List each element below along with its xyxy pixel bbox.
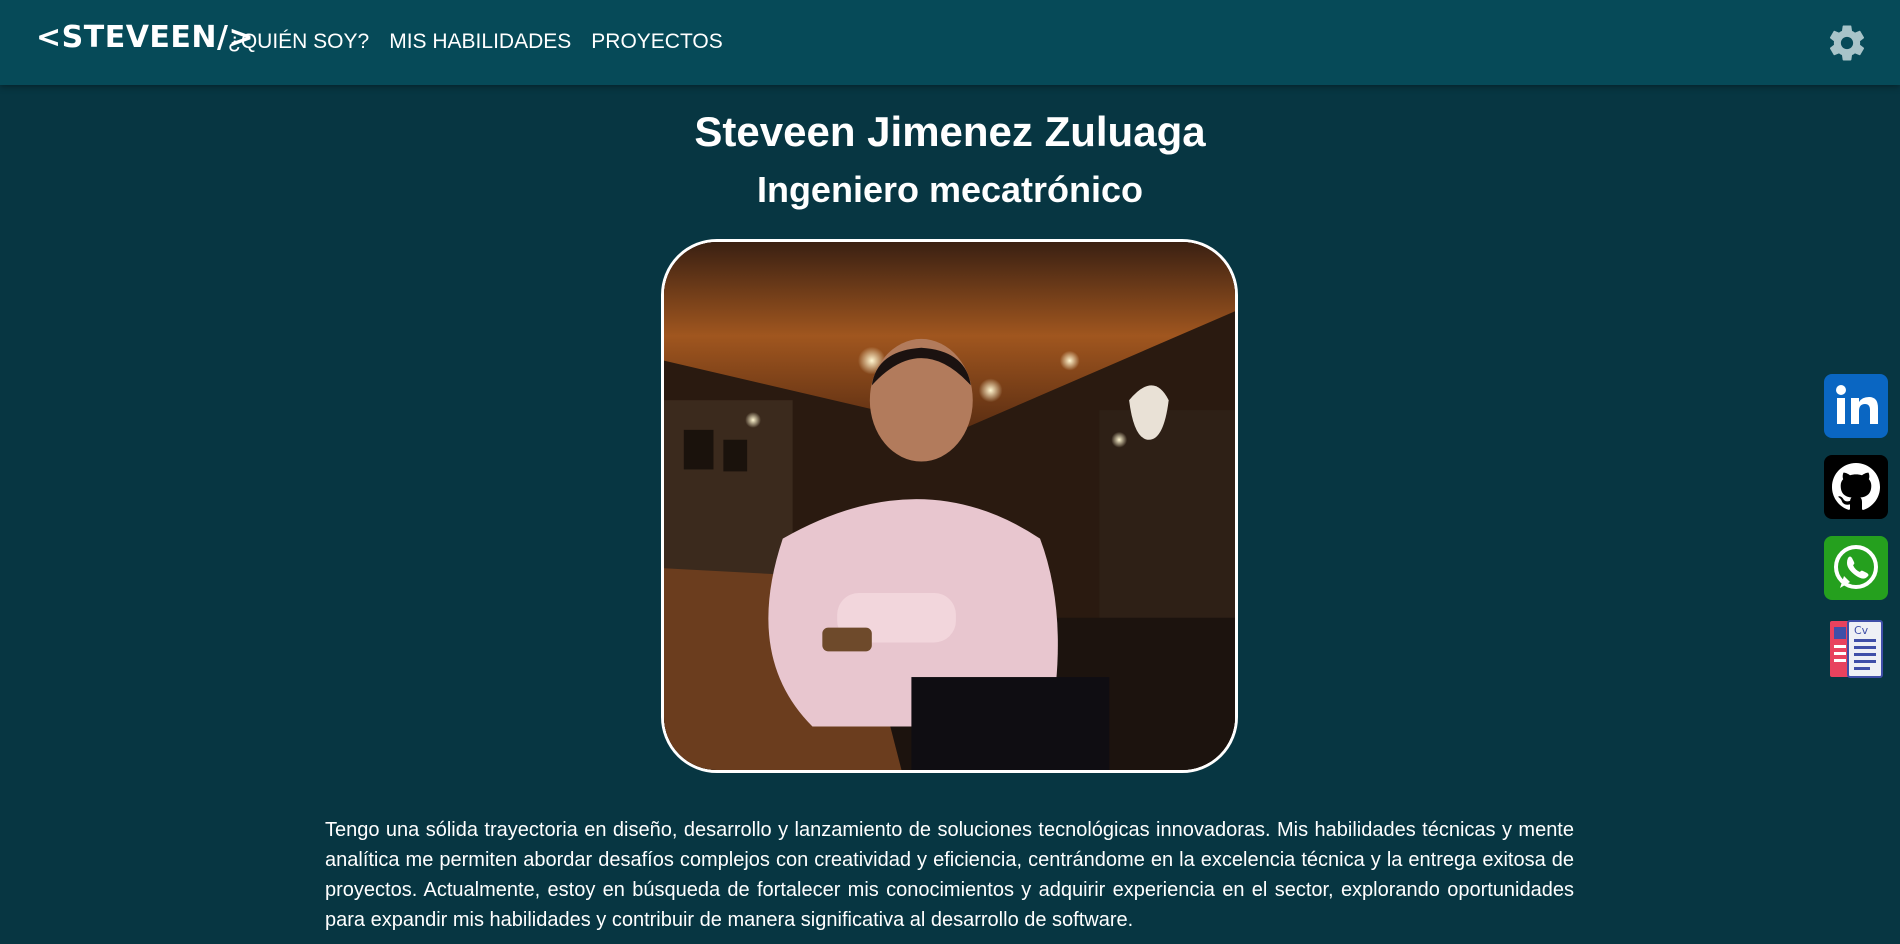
nav-link-habilidades[interactable]: MIS HABILIDADES [389,30,571,54]
whatsapp-icon[interactable] [1824,536,1888,600]
gear-icon[interactable] [1826,22,1868,64]
github-icon[interactable] [1824,455,1888,519]
nav-link-quien-soy[interactable]: ¿QUIÉN SOY? [228,30,369,54]
linkedin-icon[interactable] [1824,374,1888,438]
profile-photo [661,239,1238,773]
bio-paragraph: Tengo una sólida trayectoria en diseño, … [325,819,1574,931]
cv-icon[interactable]: Cv [1824,617,1888,681]
top-navbar: <STEVEEN/> ¿QUIÉN SOY? MIS HABILIDADES P… [0,0,1900,85]
profile-name: Steveen Jimenez Zuluaga [694,108,1206,155]
svg-text:Cv: Cv [1854,624,1869,637]
profile-title: Ingeniero mecatrónico [756,169,1144,210]
site-logo[interactable]: <STEVEEN/> [36,20,254,55]
nav-link-proyectos[interactable]: PROYECTOS [591,30,722,54]
main-nav: ¿QUIÉN SOY? MIS HABILIDADES PROYECTOS [228,30,723,54]
